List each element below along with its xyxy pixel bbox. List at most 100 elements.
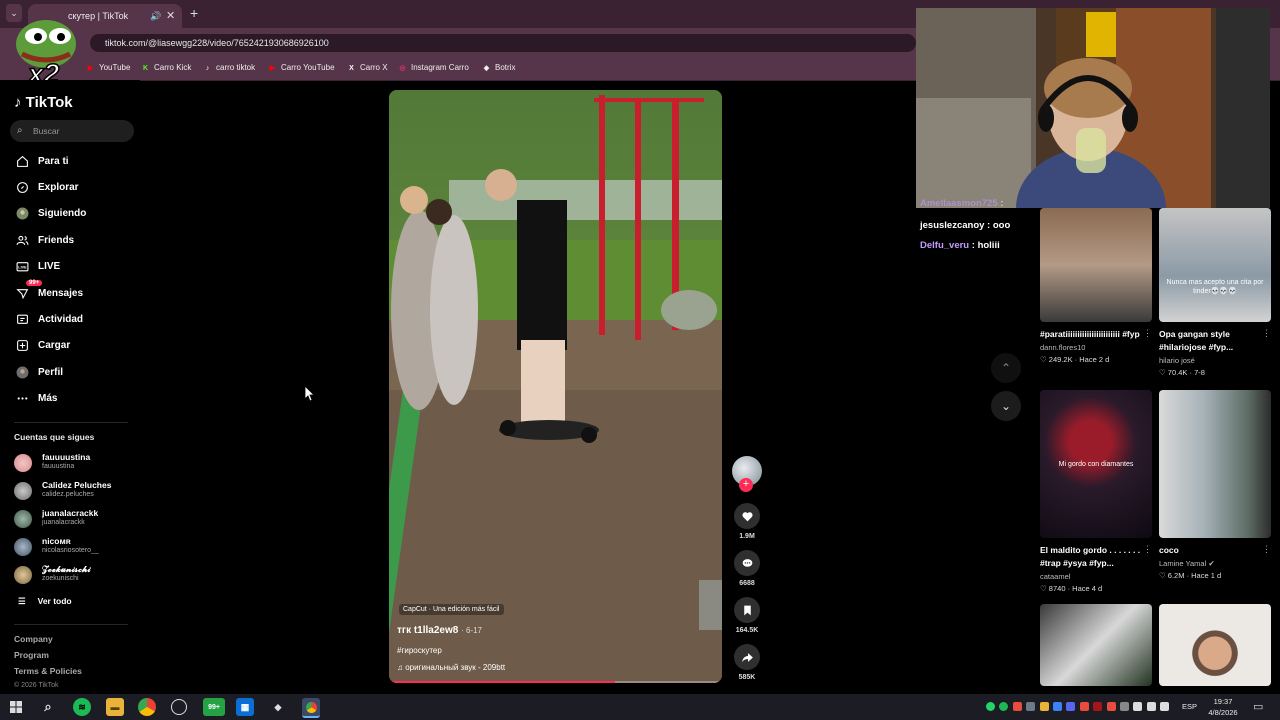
bookmark-item[interactable]: ▶ YouTube xyxy=(86,60,131,76)
app-icon[interactable] xyxy=(1079,702,1089,711)
bookmark-item[interactable]: ◎ Instagram Carro xyxy=(398,60,468,76)
comment-button[interactable]: 6688 xyxy=(732,550,762,587)
video-card[interactable]: ⋮ #paratiiiiiiiiiiiiiiiiiiiiiii #fyp dann.… xyxy=(1040,208,1152,364)
chat-message-cut: Amellaasmon725 : xyxy=(920,198,1004,209)
footer-link[interactable]: Company xyxy=(14,634,53,644)
bluetooth-icon[interactable] xyxy=(1053,702,1062,711)
notifications-icon[interactable]: ▭ xyxy=(1253,700,1263,713)
security-icon[interactable] xyxy=(1026,702,1036,711)
more-options-icon[interactable]: ⋮ xyxy=(1262,328,1271,339)
footer-link[interactable]: Terms & Policies xyxy=(14,666,82,676)
nav-item[interactable]: Para ti xyxy=(14,151,69,171)
sidebar: ♪ TikTok ⌕ Buscar Para ti Explorar Siguien… xyxy=(0,80,140,694)
video-card[interactable] xyxy=(1159,604,1271,686)
video-thumbnail xyxy=(1159,390,1271,538)
record-icon[interactable] xyxy=(1012,702,1022,711)
more-options-icon[interactable]: ⋮ xyxy=(1143,544,1152,555)
more-options-icon[interactable]: ⋮ xyxy=(1143,328,1152,339)
network-icon[interactable] xyxy=(1133,702,1143,711)
follow-plus-button[interactable]: + xyxy=(739,478,753,492)
footer-link[interactable]: Program xyxy=(14,650,49,660)
nav-label: Explorar xyxy=(38,181,79,193)
video-thumbnail: Nunca mas acepto una cita por tinder💀💀💀 xyxy=(1159,208,1271,322)
whatsapp-taskbar-icon[interactable]: 99+ xyxy=(203,698,225,716)
new-tab-button[interactable]: + xyxy=(190,5,198,21)
next-video-button[interactable]: ⌄ xyxy=(991,391,1021,421)
spotify-icon[interactable]: ≋ xyxy=(73,698,91,716)
file-explorer-icon[interactable]: ▬ xyxy=(106,698,124,716)
tab-audio-icon[interactable]: 🔊 xyxy=(150,4,161,28)
chrome-profile-icon[interactable] xyxy=(302,698,320,718)
chevron-up-icon: ⌃ xyxy=(1000,361,1012,375)
following-name: 𝓩𝓸𝓮𝓴𝓾𝓷𝓲𝓼𝓬𝓱𝓲 xyxy=(42,564,91,574)
list-icon: ☰ xyxy=(18,596,26,606)
messages-icon: 99+ xyxy=(14,280,43,301)
more-options-icon[interactable]: ⋮ xyxy=(1262,544,1271,555)
like-button[interactable]: 1.9M xyxy=(732,503,762,540)
nav-item[interactable]: LIVE LIVE xyxy=(14,257,60,277)
search-placeholder: Buscar xyxy=(33,126,60,136)
video-card[interactable]: Mi gordo con diamantes ⋮ El maldito gordo … xyxy=(1040,390,1152,593)
app-icon[interactable] xyxy=(1093,702,1103,711)
bookmark-item[interactable]: ♪ carro tiktok xyxy=(203,60,255,76)
video-hashtag[interactable]: #гироскутер xyxy=(397,646,442,655)
url-field[interactable]: tiktok.com/@liasewgg228/video/7652421930… xyxy=(90,34,916,52)
save-button[interactable]: 164.5K xyxy=(732,597,762,634)
whatsapp-icon[interactable] xyxy=(986,702,995,711)
see-all-button[interactable]: ☰ Ver todo xyxy=(18,596,72,607)
video-player[interactable]: CapCut · Una edición más fácil тгк t1lla… xyxy=(389,90,722,683)
chrome-icon[interactable] xyxy=(138,698,156,716)
tiktok-logo[interactable]: ♪ TikTok xyxy=(14,94,73,111)
bookmark-item[interactable]: K Carro Kick xyxy=(141,60,191,76)
search-input[interactable]: ⌕ Buscar xyxy=(10,120,134,142)
bookmark-item[interactable]: X Carro X xyxy=(347,60,387,76)
video-card-title: Opa gangan style #hilariojose #fyp... xyxy=(1159,329,1234,352)
bookmark-item[interactable]: ◈ Botrix xyxy=(482,60,516,76)
app-icon[interactable] xyxy=(1120,702,1129,711)
obs-icon[interactable] xyxy=(171,699,187,715)
nav-label: Mensajes xyxy=(38,287,84,299)
avatar xyxy=(14,566,32,584)
nav-item[interactable]: Actividad xyxy=(14,309,83,329)
discord-icon[interactable] xyxy=(1066,702,1076,711)
spotify-icon[interactable] xyxy=(999,702,1009,711)
video-author-line[interactable]: тгк t1lla2ew8 · 6-17 xyxy=(397,625,482,636)
video-card[interactable]: ⋮ coco Lamine Yamal ✔ ♡ 6.2M · Hace 1 d xyxy=(1159,390,1271,580)
nav-item[interactable]: Siguiendo xyxy=(14,204,86,224)
following-name: Calidez Peluches xyxy=(42,480,112,490)
instagram-icon: ◎ xyxy=(399,64,406,72)
video-progress-bar[interactable] xyxy=(389,681,722,683)
nav-label: Actividad xyxy=(38,313,84,325)
share-button[interactable]: 585K xyxy=(732,644,762,681)
nav-item[interactable]: Más xyxy=(14,389,57,409)
nav-item[interactable]: Cargar xyxy=(14,336,70,356)
nav-item[interactable]: Explorar xyxy=(14,177,79,197)
volume-icon[interactable] xyxy=(1146,702,1156,711)
thumbnail-caption: Nunca mas acepto una cita por tinder💀💀💀 xyxy=(1166,279,1264,295)
like-count: 1.9M xyxy=(739,533,755,540)
logo-text: TikTok xyxy=(25,94,73,111)
nav-item[interactable]: Friends xyxy=(14,230,74,250)
video-card[interactable] xyxy=(1040,604,1152,686)
search-icon[interactable]: ⌕ xyxy=(39,698,57,716)
video-sound[interactable]: ♫ оригинальный звук - 209btt xyxy=(397,663,505,672)
windows-start-icon[interactable] xyxy=(7,698,25,716)
tab-close-icon[interactable]: ✕ xyxy=(166,4,175,28)
nav-item[interactable]: 99+ Mensajes xyxy=(14,280,84,303)
video-card[interactable]: Nunca mas acepto una cita por tinder💀💀💀 ⋮… xyxy=(1159,208,1271,377)
pen-icon[interactable] xyxy=(1160,702,1170,711)
steam-icon[interactable]: ◆ xyxy=(269,698,287,716)
nav-item[interactable]: Perfil xyxy=(14,362,63,382)
clock[interactable]: 19:37 4/8/2026 xyxy=(1200,696,1246,718)
video-card-author: Lamine Yamal ✔ xyxy=(1159,559,1215,568)
app-icon[interactable] xyxy=(1106,702,1116,711)
language-indicator[interactable]: ESP xyxy=(1182,702,1197,711)
chat-message: Delfu_veru : holiii xyxy=(920,240,1000,251)
sidebar-divider xyxy=(14,422,128,423)
profile-avatar-icon xyxy=(14,364,30,380)
bookmark-item[interactable]: ▶ Carro YouTube xyxy=(268,60,335,76)
previous-video-button[interactable]: ⌃ xyxy=(991,353,1021,383)
shield-icon[interactable] xyxy=(1039,702,1049,711)
bookmark-label: Botrix xyxy=(495,63,516,72)
store-icon[interactable]: ▦ xyxy=(236,698,254,716)
